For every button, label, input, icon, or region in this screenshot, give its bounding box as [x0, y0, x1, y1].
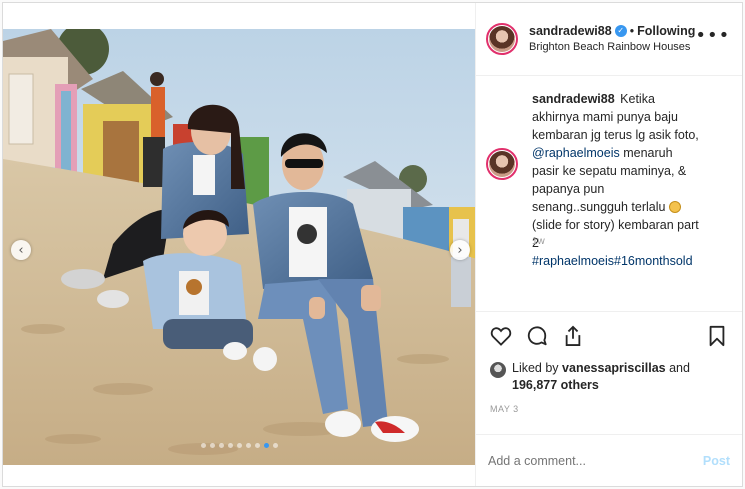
header-text: sandradewi88 ✓ • Following Brighton Beac… — [529, 23, 695, 55]
carousel-dot — [254, 443, 260, 448]
post-photo[interactable] — [3, 29, 475, 465]
comment-bar: Post — [476, 434, 742, 486]
carousel-dot — [245, 443, 251, 448]
caption-avatar[interactable] — [486, 148, 518, 180]
bookmark-icon — [709, 325, 725, 347]
comment-icon — [527, 326, 547, 346]
profile-photo — [489, 151, 515, 177]
carousel-dot — [272, 443, 278, 448]
likes-conjunction: and — [669, 361, 690, 375]
hashtag-link[interactable]: #16monthsold — [614, 254, 693, 268]
liker-username-link[interactable]: vanessapriscillas — [562, 361, 666, 375]
location-link[interactable]: Brighton Beach Rainbow Houses — [529, 39, 695, 55]
caption-area: sandradewi88 Ketika akhirnya mami punya … — [476, 76, 742, 312]
heart-icon — [490, 327, 512, 346]
share-button[interactable] — [558, 321, 588, 351]
chevron-right-icon: › — [457, 242, 463, 258]
more-options-icon[interactable]: ••• — [695, 27, 730, 45]
carousel-indicator — [3, 443, 475, 448]
post-comment-button[interactable]: Post — [703, 454, 730, 468]
beach-family-photo — [3, 29, 475, 465]
post-header: sandradewi88 ✓ • Following Brighton Beac… — [476, 3, 742, 76]
likes-summary: Liked by vanessapriscillas and 196,877 o… — [476, 360, 742, 400]
carousel-dot — [209, 443, 215, 448]
carousel-dot — [200, 443, 206, 448]
header-username-link[interactable]: sandradewi88 — [529, 23, 612, 39]
mention-link[interactable]: @raphaelmoeis — [532, 146, 620, 160]
post-date: MAY 3 — [490, 404, 519, 414]
caption-part: (slide for story) kembaran part 2 — [532, 218, 699, 250]
header-separator: • — [629, 24, 635, 38]
profile-photo — [489, 26, 515, 52]
instagram-post: ‹ › sandradewi88 ✓ • Following Brighton … — [2, 2, 743, 487]
carousel-dot — [218, 443, 224, 448]
likes-count-link[interactable]: 196,877 others — [512, 378, 599, 392]
avatar[interactable] — [486, 23, 518, 55]
verified-badge-icon: ✓ — [614, 25, 627, 37]
carousel-dot — [236, 443, 242, 448]
previous-slide-button[interactable]: ‹ — [11, 240, 31, 260]
chevron-left-icon: ‹ — [18, 242, 24, 258]
next-slide-button[interactable]: › — [450, 240, 470, 260]
like-button[interactable] — [486, 321, 516, 351]
post-details-panel: sandradewi88 ✓ • Following Brighton Beac… — [475, 3, 742, 486]
caption-text: sandradewi88 Ketika akhirnya mami punya … — [532, 90, 702, 311]
comment-button[interactable] — [522, 321, 552, 351]
save-button[interactable] — [702, 321, 732, 351]
likes-prefix: Liked by — [512, 361, 559, 375]
action-bar — [476, 312, 742, 360]
caption-time-ago: 1w — [532, 236, 545, 247]
caption-username-link[interactable]: sandradewi88 — [532, 92, 615, 106]
liker-avatar[interactable] — [490, 362, 506, 378]
comment-input[interactable] — [488, 453, 703, 468]
carousel-dot — [227, 443, 233, 448]
share-icon — [565, 325, 581, 346]
hashtag-link[interactable]: #raphaelmoeis — [532, 254, 614, 268]
carousel-dot — [263, 443, 269, 448]
following-button[interactable]: Following — [637, 23, 695, 39]
disappointed-face-emoji-icon — [668, 201, 681, 213]
post-media: ‹ › — [3, 3, 475, 486]
